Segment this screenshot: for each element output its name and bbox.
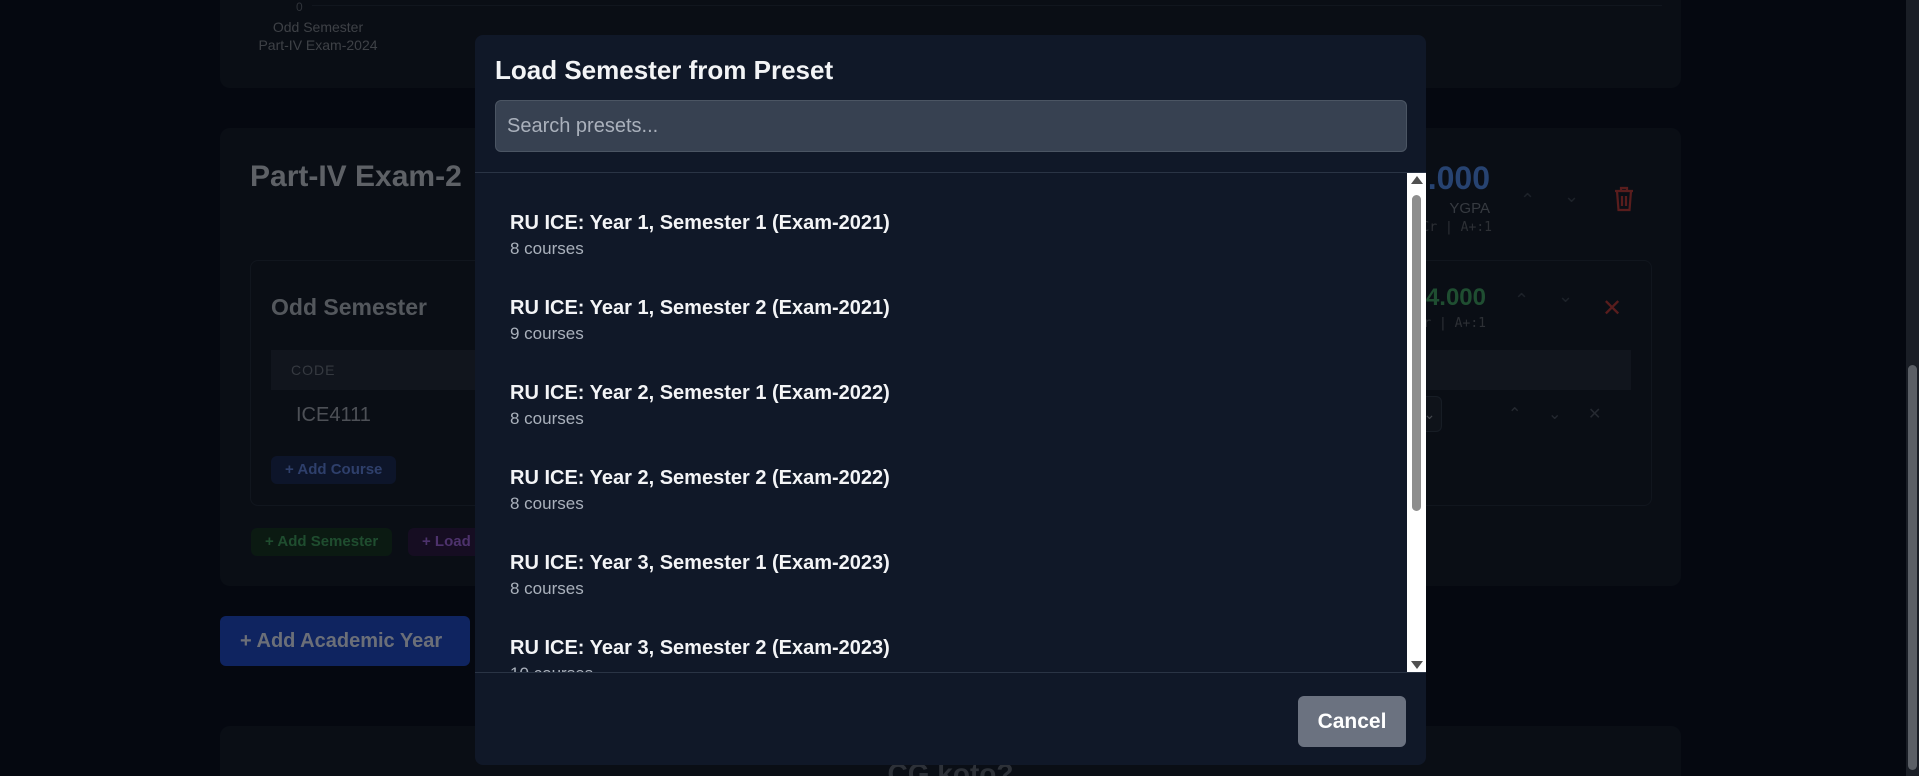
preset-title: RU ICE: Year 3, Semester 1 (Exam-2023) [510, 552, 890, 574]
preset-item[interactable]: RU ICE: Year 3, Semester 2 (Exam-2023) 1… [475, 598, 1426, 672]
preset-item[interactable]: RU ICE: Year 1, Semester 1 (Exam-2021) 8… [475, 173, 1426, 258]
scroll-up-arrow-icon[interactable] [1411, 176, 1423, 184]
preset-course-count: 8 courses [510, 579, 584, 598]
preset-item[interactable]: RU ICE: Year 2, Semester 1 (Exam-2022) 8… [475, 343, 1426, 428]
preset-course-count: 8 courses [510, 494, 584, 513]
cancel-button[interactable]: Cancel [1298, 696, 1406, 747]
modal-title: Load Semester from Preset [495, 55, 834, 85]
divider [475, 672, 1426, 673]
load-preset-modal: Load Semester from Preset RU ICE: Year 1… [475, 35, 1426, 765]
preset-search-input[interactable] [495, 100, 1407, 152]
preset-title: RU ICE: Year 2, Semester 2 (Exam-2022) [510, 467, 890, 489]
preset-item[interactable]: RU ICE: Year 3, Semester 1 (Exam-2023) 8… [475, 513, 1426, 598]
scroll-down-arrow-icon[interactable] [1411, 661, 1423, 669]
preset-course-count: 8 courses [510, 409, 584, 428]
preset-course-count: 8 courses [510, 239, 584, 258]
preset-course-count: 9 courses [510, 324, 584, 343]
preset-list[interactable]: RU ICE: Year 1, Semester 1 (Exam-2021) 8… [475, 173, 1426, 672]
preset-list-scrollbar[interactable] [1407, 173, 1426, 672]
scrollbar-thumb[interactable] [1412, 195, 1421, 511]
preset-title: RU ICE: Year 3, Semester 2 (Exam-2023) [510, 637, 890, 659]
preset-course-count: 10 courses [510, 663, 1426, 672]
preset-item[interactable]: RU ICE: Year 1, Semester 2 (Exam-2021) 9… [475, 258, 1426, 343]
preset-title: RU ICE: Year 1, Semester 1 (Exam-2021) [510, 212, 890, 234]
page-scrollbar-thumb[interactable] [1908, 365, 1917, 770]
preset-item[interactable]: RU ICE: Year 2, Semester 2 (Exam-2022) 8… [475, 428, 1426, 513]
preset-title: RU ICE: Year 2, Semester 1 (Exam-2022) [510, 382, 890, 404]
preset-title: RU ICE: Year 1, Semester 2 (Exam-2021) [510, 297, 890, 319]
